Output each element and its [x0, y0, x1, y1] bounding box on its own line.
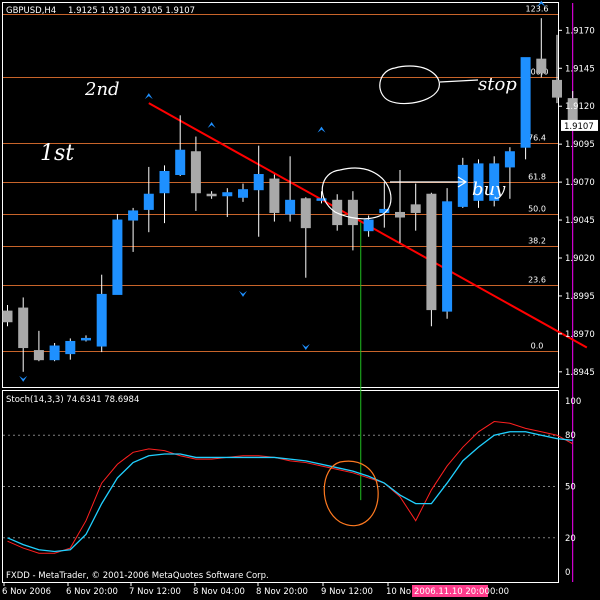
candle-body-10 [159, 170, 170, 194]
price-tick-8: 1.8970 [565, 330, 595, 340]
date-highlight-label: 2006.11.10 20:00 [414, 587, 490, 597]
time-label-2: 7 Nov 12:00 [129, 587, 181, 597]
current-price-label: 1.9107 [564, 122, 594, 132]
price-tick-3: 1.9095 [565, 140, 595, 150]
stoch-signal-line [7, 431, 573, 553]
candle-body-0 [2, 310, 13, 323]
buy-arrow [390, 176, 468, 188]
stoch-label: Stoch(14,3,3) 74.6341 78.6984 [6, 395, 139, 405]
fractal-up-2 [207, 122, 216, 129]
candle-body-19 [300, 198, 311, 229]
fib-label-2: 76.4 [528, 134, 546, 143]
fib-label-3: 61.8 [528, 173, 546, 182]
candle-body-13 [206, 193, 217, 197]
vertical-markers [360, 3, 574, 582]
price-tick-2: 1.9120 [565, 102, 595, 112]
candle-body-12 [190, 151, 201, 194]
time-label-5: 9 Nov 12:00 [321, 587, 373, 597]
price-tick-0: 1.9170 [565, 26, 595, 36]
watermark: FXDD - MetaTrader, © 2001-2006 MetaQuote… [6, 571, 269, 581]
chart-window: 123.6100.076.461.850.038.223.60.0 1.9170… [0, 0, 600, 600]
stop-arrow [439, 79, 479, 83]
stoch-axis-label-1: 80 [565, 431, 576, 441]
candle-body-2 [33, 350, 44, 361]
candle-body-15 [238, 189, 248, 198]
fractal-down-5 [301, 343, 310, 350]
stoch-axis-label-3: 20 [565, 534, 576, 544]
fractal-up-1 [144, 93, 153, 100]
price-tick-9: 1.8945 [565, 368, 595, 378]
candle-body-25 [395, 211, 405, 218]
annotation-2nd: 2nd [84, 79, 120, 100]
fractal-down-0 [19, 375, 28, 382]
stop-circle [379, 65, 440, 105]
price-chart-canvas[interactable]: 123.6100.076.461.850.038.223.60.0 1.9170… [0, 0, 600, 600]
candle-body-32 [504, 151, 515, 168]
candle-body-6 [96, 293, 107, 347]
candle-body-9 [143, 193, 154, 210]
stochastic-lines [7, 421, 573, 554]
stoch-axis-label-0: 100 [565, 397, 581, 407]
fib-label-4: 50.0 [528, 205, 546, 214]
candle-body-28 [442, 201, 453, 312]
annotation-buy: buy [472, 179, 506, 200]
candle-body-8 [128, 210, 139, 221]
annotation-stop: stop [478, 74, 517, 95]
time-label-3: 8 Nov 04:00 [193, 587, 245, 597]
candle-body-11 [175, 149, 186, 176]
fib-label-0: 123.6 [526, 5, 549, 14]
time-label-4: 8 Nov 20:00 [256, 587, 308, 597]
candle-body-14 [222, 192, 233, 197]
time-axis: 6 Nov 2006 6 Nov 20:00 7 Nov 12:00 8 Nov 04… [2, 582, 411, 597]
fib-label-5: 38.2 [528, 237, 546, 246]
price-tick-7: 1.8995 [565, 292, 595, 302]
stoch-pane-frame [2, 390, 559, 583]
time-label-0: 6 Nov 2006 [2, 587, 51, 597]
candle-body-26 [410, 204, 421, 213]
time-label-6: 10 No [386, 587, 411, 597]
candle-body-7 [112, 219, 123, 295]
price-tick-6: 1.9020 [565, 254, 595, 264]
time-label-1: 6 Nov 20:00 [66, 587, 118, 597]
candle-body-1 [18, 307, 29, 349]
candle-body-35 [552, 79, 562, 98]
date-tail-label: 0:00 [490, 587, 509, 597]
fib-label-6: 23.6 [528, 276, 546, 285]
candle-body-27 [426, 193, 437, 311]
fractal-down-3 [239, 290, 247, 297]
stoch-axis-label-2: 50 [565, 483, 576, 493]
price-axis: 1.9170 1.9145 1.9120 1.9095 1.9070 1.9045 1.90… [558, 26, 595, 378]
price-tick-4: 1.9070 [565, 178, 595, 188]
candle-body-4 [65, 340, 76, 355]
annotation-1st: 1st [40, 141, 74, 166]
candle-body-3 [49, 345, 60, 361]
stoch-axis-label-4: 0 [565, 568, 570, 578]
fib-label-7: 0.0 [531, 342, 544, 351]
ohlc-label: 1.9125 1.9130 1.9105 1.9107 [68, 6, 195, 16]
symbol-label: GBPUSD,H4 [6, 6, 56, 16]
candle-body-34 [536, 58, 547, 74]
price-tick-1: 1.9145 [565, 64, 595, 74]
price-tick-5: 1.9045 [565, 216, 595, 226]
stoch-main-line [7, 421, 573, 554]
candle-body-22 [347, 199, 358, 226]
candle-body-16 [253, 174, 264, 191]
candle-body-5 [81, 337, 91, 341]
fractal-up-4 [317, 126, 326, 133]
candle-body-17 [269, 178, 280, 213]
candle-body-18 [285, 199, 296, 215]
candle-body-33 [520, 57, 531, 148]
candle-body-23 [363, 219, 374, 232]
